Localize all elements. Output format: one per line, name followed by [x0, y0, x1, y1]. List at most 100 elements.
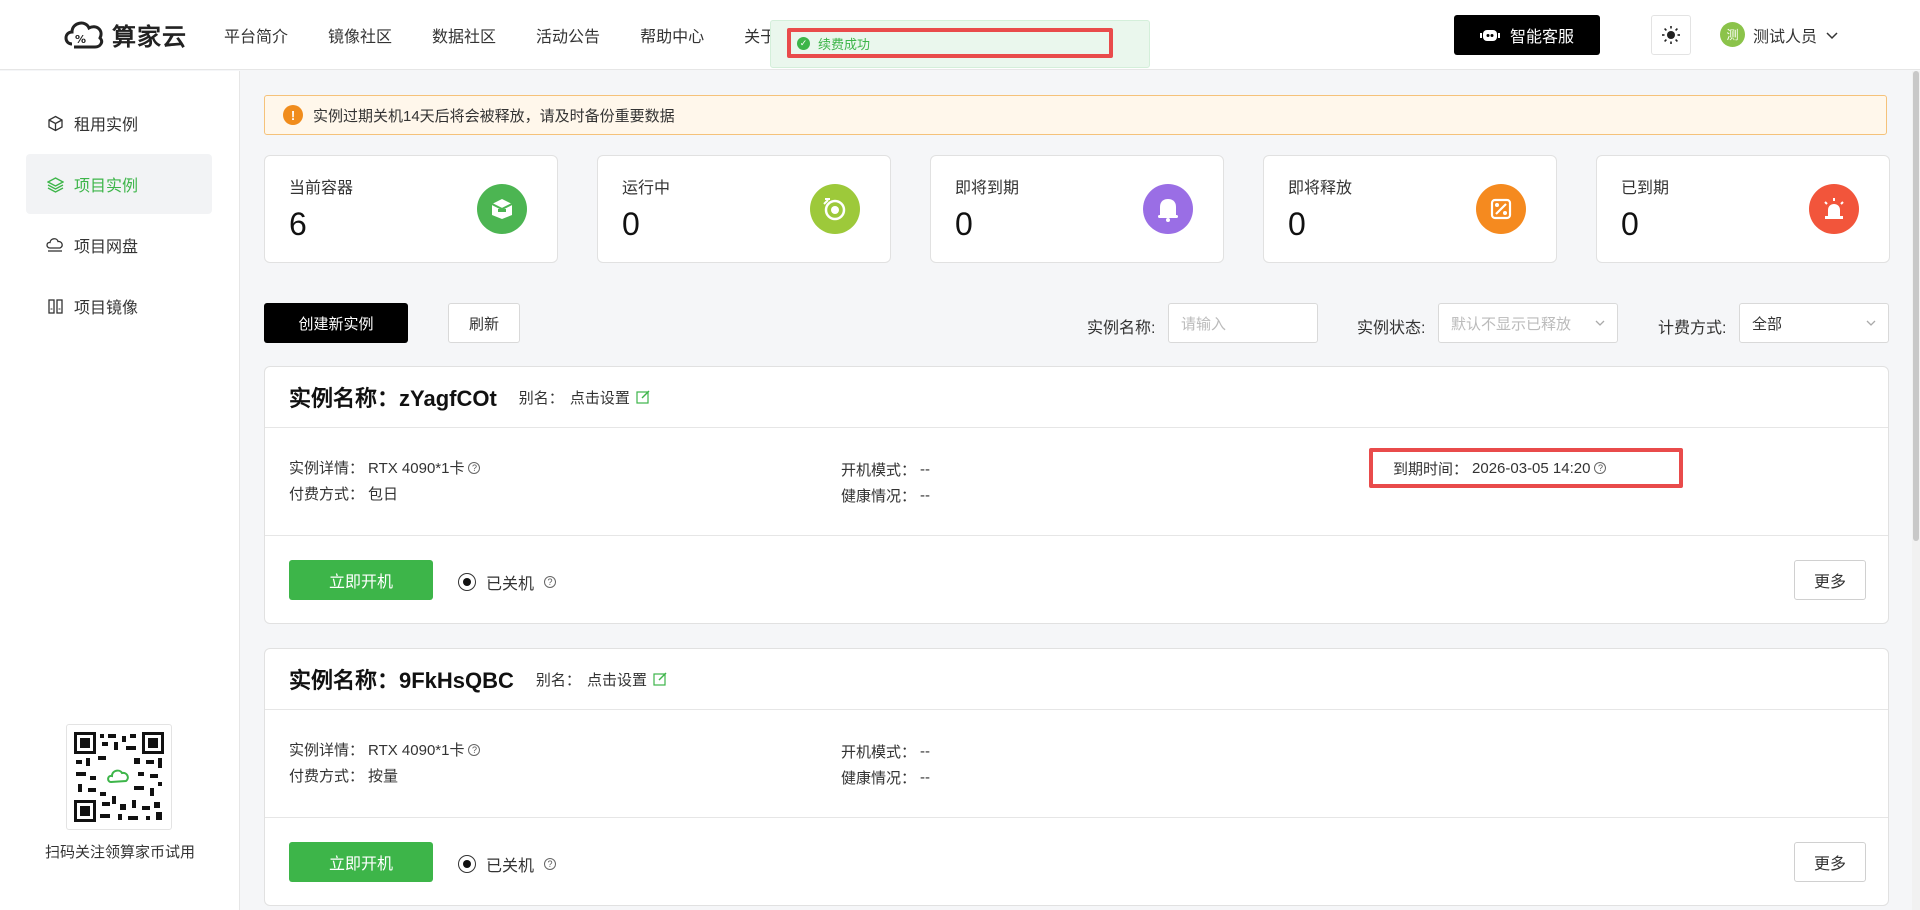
billing-label: 计费方式: — [1658, 320, 1727, 337]
stat-value: 0 — [955, 206, 973, 242]
stat-label: 已到期 — [1621, 180, 1670, 197]
instance-card-header: 实例名称：9FkHsQBC 别名： 点击设置 — [265, 649, 1888, 710]
alias-setter[interactable]: 别名： 点击设置 — [536, 669, 667, 690]
instance-name-label: 实例名称: — [1087, 320, 1156, 337]
pay-value: 包日 — [368, 486, 399, 503]
instance-detail: 实例详情： RTX 4090*1卡? — [289, 739, 481, 760]
edit-icon — [636, 390, 650, 404]
smart-service-label: 智能客服 — [1509, 29, 1574, 46]
pay-label: 付费方式： — [289, 768, 365, 785]
sidebar-item-project-instance[interactable]: 项目实例 — [26, 154, 212, 214]
instance-detail: 实例详情： RTX 4090*1卡? — [289, 457, 481, 478]
help-icon[interactable]: ? — [468, 743, 481, 756]
stat-value: 6 — [289, 206, 307, 242]
pay-label: 付费方式： — [289, 486, 365, 503]
logo-cloud-icon: % — [64, 21, 104, 49]
more-button[interactable]: 更多 — [1794, 842, 1866, 882]
alias-label: 别名： — [518, 389, 564, 407]
nav-image-community[interactable]: 镜像社区 — [328, 23, 392, 47]
help-icon[interactable]: ? — [544, 858, 557, 870]
expire-label: 到期时间： — [1393, 460, 1469, 478]
health-status: 健康情况： -- — [841, 485, 930, 506]
stat-card-current: 当前容器 6 — [264, 155, 558, 263]
toast-message: 续费成功 — [818, 36, 871, 52]
user-menu[interactable]: 测 测试人员 — [1720, 22, 1839, 47]
robot-icon — [1479, 30, 1500, 41]
stat-card-expiring: 即将到期 0 — [930, 155, 1224, 263]
alias-setter[interactable]: 别名： 点击设置 — [519, 387, 650, 408]
logo-text: 算家云 — [112, 23, 187, 51]
logo[interactable]: % 算家云 — [62, 14, 187, 54]
expire-time-highlight: 到期时间： 2026-03-05 14:20? — [1369, 448, 1683, 488]
instance-card-header: 实例名称：zYagfCOt 别名： 点击设置 — [265, 367, 1888, 428]
instance-card: 实例名称：9FkHsQBC 别名： 点击设置 实例详情： RTX 4090*1卡? … — [264, 648, 1889, 906]
nav-data-community[interactable]: 数据社区 — [432, 23, 496, 47]
power-state: 已关机 ? — [458, 852, 557, 876]
power-state-radio — [458, 855, 476, 873]
nav-platform-intro[interactable]: 平台简介 — [224, 23, 288, 47]
create-instance-button[interactable]: 创建新实例 — [264, 303, 408, 343]
health-label: 健康情况： — [841, 488, 917, 505]
payment-method: 付费方式： 包日 — [289, 483, 398, 504]
alias-label: 别名： — [535, 671, 581, 689]
smart-service-button[interactable]: 智能客服 — [1454, 15, 1600, 55]
nav-help-center[interactable]: 帮助中心 — [640, 23, 704, 47]
release-icon — [1476, 184, 1526, 234]
sidebar-item-label: 项目实例 — [74, 178, 139, 195]
expire-value: 2026-03-05 14:20 — [1472, 459, 1591, 477]
power-state-label: 已关机 — [486, 576, 535, 593]
warning-icon: ! — [283, 105, 303, 125]
sidebar-item-rent-instance[interactable]: 租用实例 — [26, 93, 212, 153]
sidebar-item-label: 租用实例 — [74, 117, 139, 134]
help-icon[interactable]: ? — [1594, 462, 1607, 474]
detail-label: 实例详情： — [289, 742, 365, 759]
toast-highlight-box: ✓ 续费成功 — [787, 28, 1113, 58]
instance-status-placeholder: 默认不显示已释放 — [1451, 315, 1572, 333]
success-toast: ✓ 续费成功 — [770, 20, 1150, 68]
svg-text:%: % — [75, 33, 86, 46]
stat-label: 运行中 — [622, 180, 671, 197]
sidebar-item-label: 项目网盘 — [74, 239, 139, 256]
stat-value: 0 — [1621, 206, 1639, 242]
billing-select[interactable]: 全部 — [1739, 303, 1889, 343]
scrollbar-thumb[interactable] — [1913, 71, 1919, 541]
start-instance-button[interactable]: 立即开机 — [289, 560, 433, 600]
top-header: % 算家云 平台简介 镜像社区 数据社区 活动公告 帮助中心 关于 ✓ 续费成功… — [0, 0, 1920, 70]
alias-value: 点击设置 — [569, 389, 630, 407]
stat-card-running: 运行中 0 — [597, 155, 891, 263]
sidebar-item-project-image[interactable]: 项目镜像 — [26, 276, 212, 336]
health-label: 健康情况： — [841, 770, 917, 787]
power-state-radio — [458, 573, 476, 591]
check-circle-icon: ✓ — [797, 36, 810, 50]
help-icon[interactable]: ? — [544, 576, 557, 588]
stat-label: 即将到期 — [955, 180, 1020, 197]
nav-announcements[interactable]: 活动公告 — [536, 23, 600, 47]
image-icon — [46, 297, 64, 315]
refresh-button[interactable]: 刷新 — [448, 303, 520, 343]
alias-value: 点击设置 — [586, 671, 647, 689]
start-instance-button[interactable]: 立即开机 — [289, 842, 433, 882]
sidebar: 租用实例 项目实例 项目网盘 项目镜像 扫码关注领算家币试用 — [0, 71, 240, 910]
notice-text: 实例过期关机14天后将会被释放，请及时备份重要数据 — [313, 107, 675, 125]
stat-card-expired: 已到期 0 — [1596, 155, 1890, 263]
health-value: -- — [920, 487, 931, 504]
instance-name-input[interactable]: 请输入 — [1168, 303, 1318, 343]
divider — [265, 817, 1888, 818]
bell-icon — [1143, 184, 1193, 234]
help-icon[interactable]: ? — [468, 461, 481, 474]
instance-status-label: 实例状态: — [1357, 320, 1426, 337]
page-scrollbar[interactable] — [1912, 71, 1920, 910]
billing-value: 全部 — [1752, 315, 1783, 333]
boot-mode: 开机模式： -- — [841, 459, 930, 480]
boot-label: 开机模式： — [841, 462, 917, 479]
instance-title: 实例名称：9FkHsQBC — [289, 668, 514, 693]
pay-value: 按量 — [368, 768, 399, 785]
more-button[interactable]: 更多 — [1794, 560, 1866, 600]
cloud-drive-icon — [46, 236, 64, 254]
instance-card: 实例名称：zYagfCOt 别名： 点击设置 实例详情： RTX 4090*1卡? … — [264, 366, 1889, 624]
theme-toggle-button[interactable] — [1651, 15, 1691, 55]
sidebar-item-project-drive[interactable]: 项目网盘 — [26, 215, 212, 275]
instance-status-select[interactable]: 默认不显示已释放 — [1438, 303, 1618, 343]
cube-icon — [46, 114, 64, 132]
instance-toolbar: 创建新实例 刷新 实例名称: 请输入 实例状态: 默认不显示已释放 计费方式: … — [264, 303, 1889, 345]
